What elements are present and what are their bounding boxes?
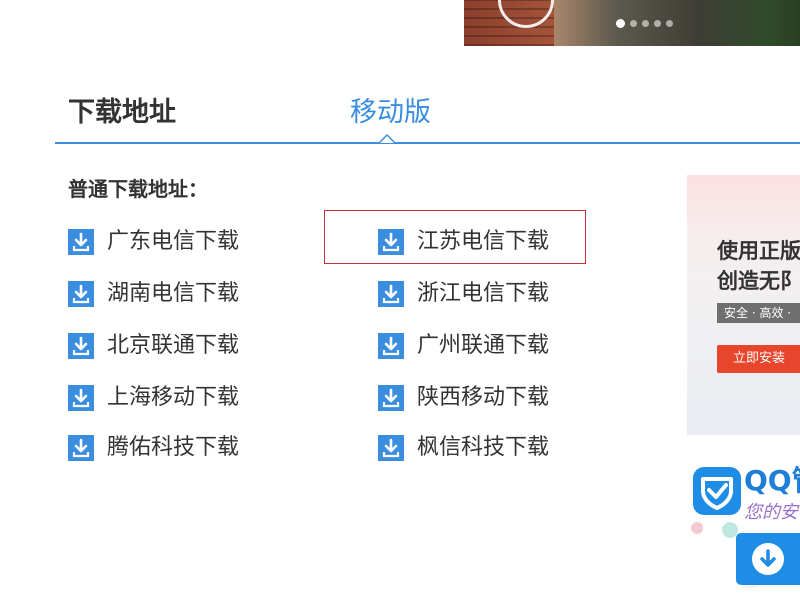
download-link-label: 陕西移动下载 bbox=[417, 385, 550, 410]
decor-bubble bbox=[691, 522, 703, 534]
download-link-tengyou-tech[interactable]: 腾佑科技下载 bbox=[68, 433, 239, 463]
download-link-label: 腾佑科技下载 bbox=[107, 435, 240, 460]
download-link-label: 上海移动下载 bbox=[107, 385, 240, 410]
download-arrow-icon bbox=[68, 333, 94, 359]
ad-headline-line1: 使用正版 bbox=[717, 239, 800, 263]
download-arrow-icon bbox=[68, 281, 94, 307]
carousel-dot[interactable] bbox=[642, 20, 649, 27]
download-arrow-icon bbox=[378, 385, 404, 411]
ad-install-button[interactable]: 立即安装 bbox=[717, 345, 800, 373]
tab-download-address[interactable]: 下载地址 bbox=[68, 96, 176, 130]
download-link-label: 浙江电信下载 bbox=[417, 281, 550, 306]
download-link-label: 江苏电信下载 bbox=[417, 229, 550, 254]
download-link-jiangsu-telecom[interactable]: 江苏电信下载 bbox=[378, 227, 549, 257]
carousel-banner[interactable] bbox=[464, 0, 800, 46]
download-link-guangzhou-unicom[interactable]: 广州联通下载 bbox=[378, 331, 549, 361]
tab-mobile-version[interactable]: 移动版 bbox=[350, 96, 431, 130]
download-link-label: 广东电信下载 bbox=[107, 229, 240, 254]
carousel-dots[interactable] bbox=[616, 19, 673, 28]
carousel-dot[interactable] bbox=[654, 20, 661, 27]
download-arrow-icon bbox=[378, 281, 404, 307]
download-link-zhejiang-telecom[interactable]: 浙江电信下载 bbox=[378, 279, 549, 309]
side-advertisement[interactable]: 使用正版 创造无阝 安全 · 高效 · 立即安装 bbox=[687, 175, 800, 435]
tab-underline bbox=[55, 142, 800, 144]
download-circle-icon bbox=[752, 543, 784, 575]
download-link-hunan-telecom[interactable]: 湖南电信下载 bbox=[68, 279, 239, 309]
download-link-label: 枫信科技下载 bbox=[417, 435, 550, 460]
download-arrow-icon bbox=[68, 385, 94, 411]
shield-icon bbox=[693, 467, 741, 515]
download-arrow-icon bbox=[378, 229, 404, 255]
qq-manager-promo[interactable]: QQ管 您的安 bbox=[686, 460, 800, 600]
download-arrow-icon bbox=[378, 333, 404, 359]
ad-headline-line2: 创造无阝 bbox=[717, 269, 800, 293]
ad-tagline: 安全 · 高效 · bbox=[717, 303, 800, 323]
qq-promo-slogan: 您的安 bbox=[744, 502, 798, 523]
download-link-guangdong-telecom[interactable]: 广东电信下载 bbox=[68, 227, 239, 257]
download-link-label: 广州联通下载 bbox=[417, 333, 550, 358]
section-title: 普通下载地址： bbox=[68, 177, 208, 201]
download-arrow-icon bbox=[68, 435, 94, 461]
download-link-fengxin-tech[interactable]: 枫信科技下载 bbox=[378, 433, 549, 463]
carousel-dot[interactable] bbox=[666, 20, 673, 27]
qq-download-button[interactable] bbox=[736, 533, 800, 585]
download-link-shaanxi-mobile[interactable]: 陕西移动下载 bbox=[378, 383, 549, 413]
download-link-label: 北京联通下载 bbox=[107, 333, 240, 358]
carousel-dot[interactable] bbox=[616, 19, 625, 28]
download-arrow-icon bbox=[378, 435, 404, 461]
download-link-shanghai-mobile[interactable]: 上海移动下载 bbox=[68, 383, 239, 413]
download-link-label: 湖南电信下载 bbox=[107, 281, 240, 306]
carousel-dot[interactable] bbox=[630, 20, 637, 27]
tab-caret-icon bbox=[378, 134, 396, 143]
download-link-beijing-unicom[interactable]: 北京联通下载 bbox=[68, 331, 239, 361]
qq-promo-title: QQ管 bbox=[744, 464, 800, 497]
download-arrow-icon bbox=[68, 229, 94, 255]
